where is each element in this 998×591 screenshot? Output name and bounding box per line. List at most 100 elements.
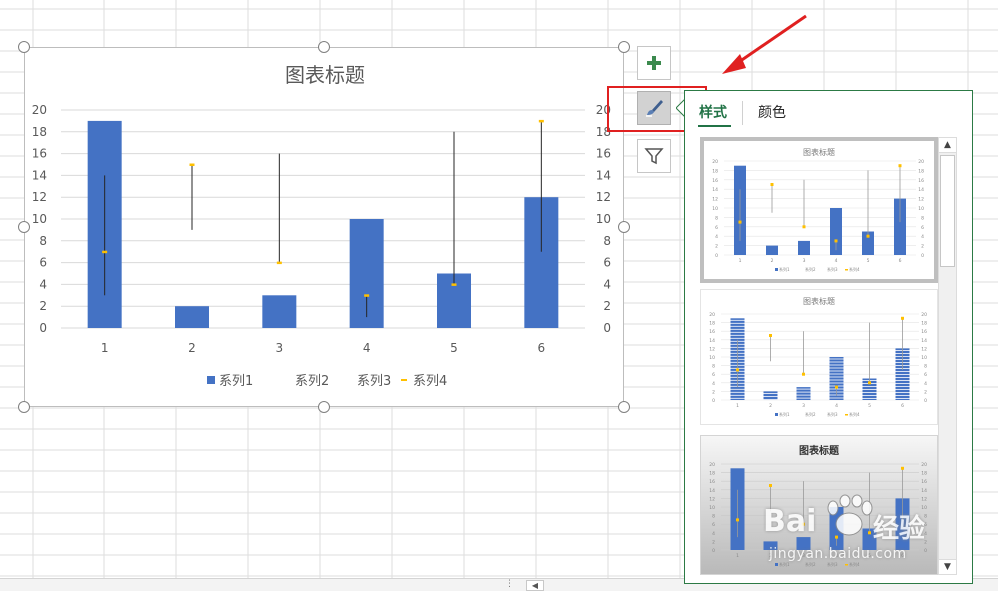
- thumb-tick-label: 14: [921, 338, 927, 344]
- y2-tick-label: 12: [596, 190, 611, 204]
- thumb-tick-label: 6: [715, 225, 718, 231]
- thumb-tick-label: 16: [921, 329, 927, 335]
- thumb-tick-label: 2: [715, 244, 718, 250]
- thumb-tick-label: 4: [924, 381, 927, 387]
- bar-series1: [175, 306, 209, 328]
- y-tick-label: 8: [39, 234, 47, 248]
- legend-label: 系列1: [219, 374, 253, 389]
- thumb-x-label: 2: [769, 403, 772, 409]
- thumb-x-label: 1: [739, 258, 742, 264]
- thumb-legend-label: 系列1: [779, 411, 790, 417]
- scroll-up-icon[interactable]: ▲: [939, 138, 956, 153]
- tab-divider: [742, 101, 743, 125]
- chart-elements-button[interactable]: [637, 46, 671, 80]
- thumb-tick-label: 2: [921, 244, 924, 250]
- thumb-tick-label: 20: [918, 159, 924, 165]
- chart-filters-button[interactable]: [637, 139, 671, 173]
- thumb-x-label: 1: [736, 553, 739, 559]
- thumb-tick-label: 14: [709, 488, 715, 494]
- thumb-legend-swatch: [775, 268, 778, 271]
- thumb-marker: [736, 518, 739, 522]
- x-tick-label: 3: [276, 341, 284, 355]
- resize-handle-top-left[interactable]: [18, 41, 30, 53]
- thumb-tick-label: 4: [712, 531, 715, 537]
- resize-handle-bottom-center[interactable]: [318, 401, 330, 413]
- thumb-legend-label: 系列2: [805, 411, 816, 417]
- tab-color[interactable]: 颜色: [758, 102, 786, 122]
- resize-handle-bottom-right[interactable]: [618, 401, 630, 413]
- thumb-marker: [802, 225, 806, 229]
- resize-handle-top-right[interactable]: [618, 41, 630, 53]
- thumb-tick-label: 4: [712, 381, 715, 387]
- thumb-tick-label: 20: [921, 462, 927, 468]
- y-tick-label: 18: [32, 125, 47, 139]
- marker-series4: [538, 119, 544, 123]
- y-tick-label: 14: [32, 168, 47, 182]
- x-tick-label: 2: [188, 341, 196, 355]
- resize-handle-middle-right[interactable]: [618, 221, 630, 233]
- x-tick-label: 6: [538, 341, 546, 355]
- thumb-legend-label: 系列3: [827, 411, 838, 417]
- tab-style[interactable]: 样式: [699, 102, 727, 122]
- watermark-brand-cn: 经验: [873, 514, 926, 544]
- y2-tick-label: 2: [603, 299, 611, 313]
- thumb-tick-label: 4: [715, 234, 718, 240]
- chart-object[interactable]: 图表标题 20 18 16 14 12 10 8 6 4 2 0 20 18 16 14 12 10 8 6 4 2 0 1 2…: [24, 47, 624, 407]
- legend-swatch: [401, 379, 407, 381]
- resize-handle-bottom-left[interactable]: [18, 401, 30, 413]
- resize-handle-top-center[interactable]: [318, 41, 330, 53]
- thumb-marker: [802, 372, 805, 376]
- y-tick-label: 0: [39, 321, 47, 335]
- style-thumbnail-1[interactable]: 图表标题 0 0 2 2 4 4 6 6 8 8 10 10 12 12 14 14 16 16 18 18 20 20 1…: [700, 137, 938, 283]
- thumb-marker: [868, 381, 871, 385]
- thumb-tick-label: 2: [712, 389, 715, 395]
- thumb-tick-label: 12: [712, 197, 718, 203]
- resize-handle-middle-left[interactable]: [18, 221, 30, 233]
- style-thumbnail-2[interactable]: 图表标题 0 0 2 2 4 4 6 6 8 8 10 10 12 12 14 14 16 16 18 18 20 20 1…: [700, 289, 938, 425]
- y-tick-label: 4: [39, 277, 47, 291]
- watermark-brand: Bai: [763, 504, 817, 539]
- thumb-marker: [901, 466, 904, 470]
- watermark-url: jingyan.baidu.com: [769, 546, 907, 562]
- thumb-tick-label: 20: [712, 159, 718, 165]
- scrollbar-thumb[interactable]: [940, 155, 955, 267]
- chart-plot: 图表标题20181614121086420201816141210864201 2…: [32, 63, 611, 389]
- thumb-marker: [769, 334, 772, 337]
- thumb-legend-swatch: [845, 269, 848, 271]
- thumb-x-label: 3: [802, 403, 805, 409]
- thumb-tick-label: 8: [921, 215, 924, 221]
- thumb-tick-label: 4: [921, 234, 924, 240]
- thumb-marker: [835, 385, 838, 389]
- thumb-tick-label: 14: [918, 187, 924, 193]
- funnel-icon: [644, 148, 664, 165]
- thumb-x-label: 4: [835, 403, 838, 409]
- y2-tick-label: 14: [596, 168, 611, 182]
- thumb-marker: [738, 220, 742, 224]
- thumb-marker: [770, 183, 774, 186]
- thumb-legend-swatch: [775, 413, 778, 416]
- y2-tick-label: 10: [596, 212, 611, 226]
- y2-tick-label: 8: [603, 234, 611, 248]
- thumb-tick-label: 6: [921, 225, 924, 231]
- y2-tick-label: 16: [596, 147, 611, 161]
- thumb-legend-label: 系列1: [779, 266, 790, 272]
- thumb-tick-label: 16: [918, 178, 924, 184]
- y-tick-label: 6: [39, 256, 47, 270]
- thumb-x-label: 6: [899, 258, 902, 264]
- thumb-tick-label: 18: [709, 471, 715, 477]
- legend-label: 系列4: [413, 374, 447, 389]
- thumb-bar: [798, 240, 810, 255]
- thumb-x-label: 5: [867, 258, 870, 264]
- thumb-tick-label: 18: [921, 321, 927, 327]
- thumbnail-title: 图表标题: [799, 446, 839, 457]
- thumb-tick-label: 8: [715, 215, 718, 221]
- marker-series4: [189, 163, 195, 166]
- splitter-dots-icon[interactable]: ⋮: [505, 579, 514, 589]
- scroll-left-button[interactable]: ◀: [526, 580, 544, 591]
- thumb-tick-label: 16: [709, 479, 715, 485]
- thumb-tick-label: 16: [712, 178, 718, 184]
- thumb-tick-label: 18: [709, 321, 715, 327]
- thumb-tick-label: 18: [712, 168, 718, 174]
- thumb-x-label: 1: [736, 403, 739, 409]
- y-tick-label: 20: [32, 103, 47, 117]
